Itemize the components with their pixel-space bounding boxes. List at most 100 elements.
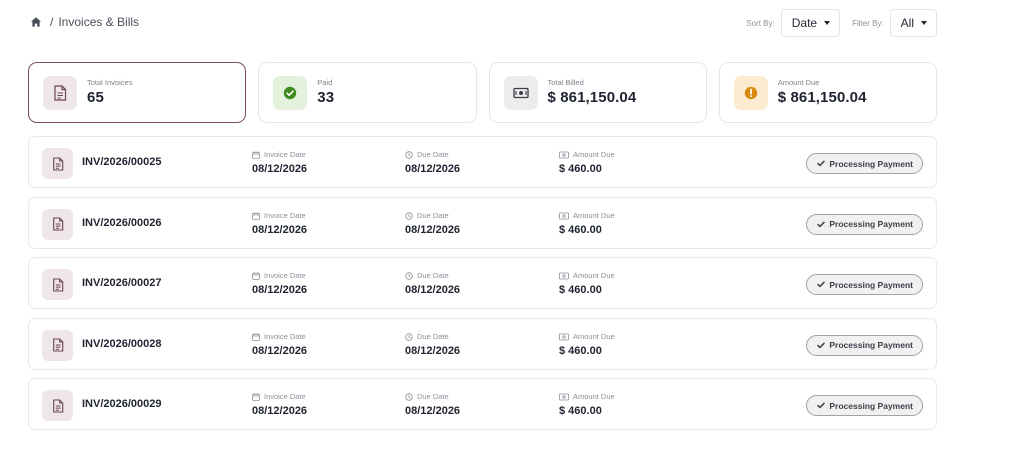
document-icon [42, 148, 73, 179]
money-icon [503, 76, 538, 110]
check-icon [817, 402, 826, 409]
stat-card-amount-due[interactable]: Amount Due $ 861,150.04 [718, 62, 937, 123]
amount-due-label: Amount Due [573, 150, 615, 159]
check-icon [817, 281, 826, 288]
amount-due-field: Amount Due $ 460.00 [559, 392, 615, 417]
invoice-list: INV/2026/00025 Invoice Date 08/12/2026 D… [28, 136, 937, 439]
due-date-value: 08/12/2026 [405, 284, 461, 296]
due-date-value: 08/12/2026 [405, 344, 461, 357]
check-icon [817, 160, 826, 167]
status-text: Processing Payment [829, 279, 913, 290]
clock-icon [405, 393, 413, 401]
invoice-date-field: Invoice Date 08/12/2026 [252, 211, 307, 236]
stat-value: $ 861,150.04 [547, 89, 637, 106]
filter-label: Filter By: [852, 18, 884, 28]
invoice-date-label: Invoice Date [264, 210, 306, 220]
sort-dropdown[interactable]: Date [780, 9, 841, 37]
stat-card-total-invoices[interactable]: Total Invoices 65 [28, 62, 247, 123]
invoice-number[interactable]: INV/2026/00025 [82, 156, 162, 168]
calendar-icon [252, 211, 260, 220]
calendar-icon [252, 272, 260, 280]
due-date-label: Due Date [417, 331, 449, 341]
stat-value: 65 [87, 89, 104, 106]
money-icon [559, 212, 569, 219]
stat-label: Amount Due [777, 78, 820, 87]
due-date-field: Due Date 08/12/2026 [405, 271, 460, 296]
warning-circle-icon [733, 76, 768, 110]
stat-card-total-billed[interactable]: Total Billed $ 861,150.04 [488, 62, 707, 123]
due-date-label: Due Date [417, 150, 449, 159]
due-date-label: Due Date [417, 271, 449, 280]
stat-value: $ 861,150.04 [777, 89, 867, 106]
invoice-date-label: Invoice Date [264, 150, 306, 159]
invoice-number[interactable]: INV/2026/00026 [82, 217, 162, 229]
invoice-row[interactable]: INV/2026/00029 Invoice Date 08/12/2026 D… [28, 378, 937, 430]
stat-value: 33 [317, 89, 335, 106]
status-badge: Processing Payment [806, 274, 923, 295]
invoice-date-label: Invoice Date [264, 331, 306, 341]
invoice-date-value: 08/12/2026 [252, 223, 308, 236]
invoice-number[interactable]: INV/2026/00028 [82, 338, 162, 350]
chevron-down-icon [921, 21, 927, 25]
invoice-row[interactable]: INV/2026/00026 Invoice Date 08/12/2026 D… [28, 196, 937, 249]
due-date-field: Due Date 08/12/2026 [405, 150, 460, 175]
breadcrumb-separator: / [50, 15, 54, 29]
invoice-date-label: Invoice Date [264, 392, 306, 401]
invoice-row[interactable]: INV/2026/00025 Invoice Date 08/12/2026 D… [28, 136, 937, 188]
check-icon [817, 221, 826, 227]
filter-value: All [900, 16, 914, 30]
amount-due-value: $ 460.00 [559, 344, 602, 357]
document-icon [42, 329, 73, 361]
status-text: Processing Payment [829, 340, 913, 350]
invoice-row[interactable]: INV/2026/00027 Invoice Date 08/12/2026 D… [28, 257, 937, 309]
due-date-field: Due Date 08/12/2026 [405, 211, 460, 236]
invoice-date-value: 08/12/2026 [252, 163, 308, 175]
clock-icon [405, 332, 413, 341]
invoice-number[interactable]: INV/2026/00027 [82, 277, 162, 289]
breadcrumb-current: Invoices & Bills [58, 15, 140, 29]
document-icon [43, 76, 77, 110]
document-icon [42, 390, 73, 421]
due-date-value: 08/12/2026 [405, 223, 461, 236]
amount-due-field: Amount Due $ 460.00 [559, 271, 615, 296]
money-icon [559, 272, 569, 280]
status-badge: Processing Payment [806, 213, 923, 235]
invoice-date-value: 08/12/2026 [252, 284, 308, 296]
clock-icon [405, 211, 413, 220]
status-text: Processing Payment [829, 400, 913, 411]
amount-due-label: Amount Due [573, 331, 615, 341]
filter-dropdown[interactable]: All [889, 9, 937, 37]
invoice-number[interactable]: INV/2026/00029 [82, 398, 162, 410]
invoice-date-label: Invoice Date [264, 271, 306, 280]
money-icon [559, 393, 569, 401]
calendar-icon [252, 393, 260, 401]
invoice-date-value: 08/12/2026 [252, 405, 308, 417]
breadcrumb: / Invoices & Bills [30, 15, 139, 29]
document-icon [42, 269, 73, 300]
amount-due-label: Amount Due [573, 392, 615, 401]
status-text: Processing Payment [829, 219, 913, 229]
document-icon [42, 208, 73, 240]
invoice-row[interactable]: INV/2026/00028 Invoice Date 08/12/2026 D… [28, 317, 937, 370]
sort-filter-controls: Sort By: Date Filter By: All [746, 9, 937, 37]
clock-icon [405, 151, 413, 159]
due-date-field: Due Date 08/12/2026 [405, 332, 460, 357]
due-date-field: Due Date 08/12/2026 [405, 392, 460, 417]
due-date-value: 08/12/2026 [405, 405, 461, 417]
stat-label: Paid [317, 78, 333, 87]
status-text: Processing Payment [829, 158, 913, 169]
amount-due-value: $ 460.00 [559, 284, 602, 296]
invoice-date-field: Invoice Date 08/12/2026 [252, 332, 307, 357]
stat-card-paid[interactable]: Paid 33 [258, 62, 477, 123]
amount-due-value: $ 460.00 [559, 223, 602, 236]
money-icon [559, 151, 569, 159]
due-date-label: Due Date [417, 210, 449, 220]
amount-due-label: Amount Due [573, 271, 615, 280]
due-date-label: Due Date [417, 392, 449, 401]
invoice-date-field: Invoice Date 08/12/2026 [252, 271, 307, 296]
due-date-value: 08/12/2026 [405, 163, 461, 175]
check-icon [817, 342, 826, 348]
check-circle-icon [273, 76, 308, 110]
invoice-date-field: Invoice Date 08/12/2026 [252, 150, 307, 175]
home-icon[interactable] [30, 16, 42, 28]
